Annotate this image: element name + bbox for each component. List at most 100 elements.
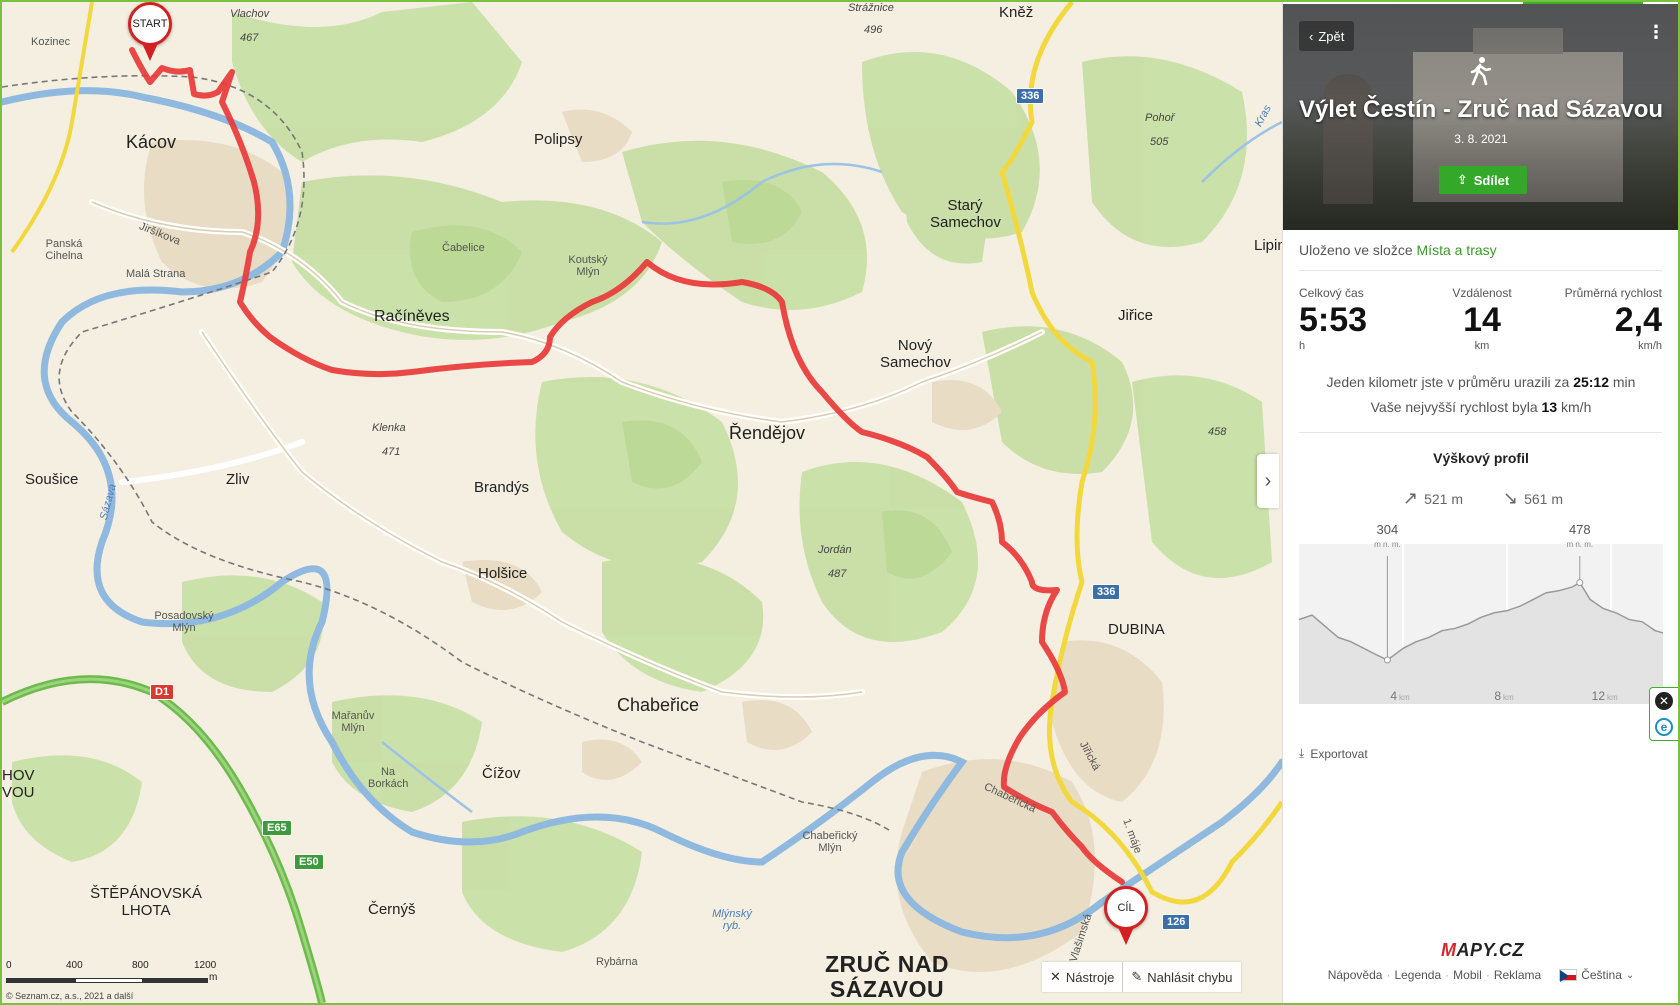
peak-label: Klenka [372, 422, 406, 434]
place-label: Brandýs [474, 479, 530, 496]
place-label: DUBINA [1108, 621, 1165, 638]
walking-person-icon [1470, 57, 1492, 86]
stat-total-time: Celkový čas 5:53 h [1299, 286, 1367, 352]
start-pin[interactable]: START [128, 2, 172, 61]
place-label: Černýš [368, 901, 416, 918]
peak-altitude: 496 [864, 24, 883, 36]
divider [1299, 270, 1662, 271]
peak-altitude: 467 [240, 32, 259, 44]
footer-ads-link[interactable]: Reklama [1494, 968, 1541, 982]
place-label: Chabeřice [617, 695, 700, 715]
place-label: Kácov [126, 132, 177, 152]
annotation-label: 304 [1377, 522, 1399, 537]
place-label: Kozinec [31, 36, 71, 48]
end-pin[interactable]: CÍL [1104, 886, 1148, 945]
pencil-icon: ✎ [1131, 969, 1143, 984]
peak-label: Strážnice [848, 2, 894, 14]
place-label: Mařanův Mlýn [331, 710, 375, 735]
peak-label: Pohoř [1145, 112, 1175, 124]
scale-tick: 0 [6, 960, 12, 971]
elevation-profile-chart[interactable]: 304m n. m.478m n. m.4 km 8 km 12 km [1299, 514, 1663, 724]
place-label: Na Borkách [368, 766, 409, 791]
peak-altitude: 471 [382, 446, 401, 458]
place-label: Panská Cihelna [45, 238, 83, 263]
place-label: Posadovský Mlýn [154, 610, 214, 635]
mapy-cz-logo[interactable]: MAPY.CZ [1441, 940, 1524, 961]
route-date: 3. 8. 2021 [1454, 132, 1508, 146]
stat-unit: km [1474, 340, 1490, 352]
footer-separator: · [1445, 968, 1450, 982]
road-number-badge: 336 [1092, 584, 1121, 600]
language-selector[interactable]: Čeština [1581, 968, 1622, 982]
divider [1299, 432, 1662, 433]
download-icon: ⤓ [1299, 746, 1305, 760]
route-title: Výlet Čestín - Zruč nad Sázavou [1298, 96, 1664, 123]
route-detail-panel: ‹ Zpět ⋮ Výlet Čestín - Zruč nad Sázavou… [1282, 2, 1678, 1003]
side-tabs: ✕ e [1649, 687, 1678, 741]
place-label: Čabelice [442, 242, 485, 254]
stat-label: Vzdálenost [1452, 286, 1512, 300]
close-circle-icon[interactable]: ✕ [1655, 692, 1673, 710]
route-hero-image: ‹ Zpět ⋮ Výlet Čestín - Zruč nad Sázavou… [1283, 4, 1678, 230]
more-options-icon[interactable]: ⋮ [1647, 22, 1665, 43]
pace-info: Jeden kilometr jste v průměru urazili za… [1283, 374, 1678, 390]
logo-rest: APY.CZ [1456, 940, 1524, 960]
annotation-point [1383, 656, 1391, 664]
peak-altitude: 505 [1150, 136, 1169, 148]
motorway-badge: D1 [150, 684, 175, 700]
place-label: Jiřice [1118, 307, 1154, 324]
place-label: Zliv [226, 471, 250, 488]
scale-tick: 400 [66, 960, 83, 971]
saved-folder-info: Uloženo ve složce Místa a trasy [1299, 242, 1497, 258]
peak-label: Jordán [818, 544, 852, 556]
export-button[interactable]: ⤓ Exportovat [1299, 746, 1368, 761]
elevation-profile-title: Výškový profil [1433, 450, 1529, 466]
stat-label: Průměrná rychlost [1564, 286, 1662, 300]
czech-flag-icon [1559, 969, 1578, 982]
road-number-badge: 336 [1016, 88, 1045, 104]
chevron-left-icon: ‹ [1309, 28, 1314, 44]
x-tick-unit: km [1399, 693, 1410, 702]
footer-mobile-link[interactable]: Mobil [1453, 968, 1482, 982]
end-pin-label: CÍL [1117, 902, 1135, 914]
map-canvas[interactable]: Kozinec Vlachov 467 Strážnice 496 Kněž K… [2, 2, 1282, 1003]
ascent-value: 521 m [1424, 490, 1464, 507]
annotation-label: 478 [1569, 522, 1591, 537]
place-label: Malá Strana [126, 268, 186, 280]
x-tick-unit: km [1607, 693, 1618, 702]
scale-bar-segment [6, 978, 76, 983]
arrow-down-right-icon: ↘ [1503, 488, 1519, 508]
tools-button[interactable]: ✕ Nástroje [1042, 962, 1122, 992]
footer-legend-link[interactable]: Legenda [1394, 968, 1441, 982]
stat-average-speed: Průměrná rychlost 2,4 km/h [1565, 286, 1662, 352]
chevron-right-icon[interactable]: › [1257, 454, 1279, 508]
footer-separator: · [1386, 968, 1391, 982]
ascent-info: ↗ 521 m [1403, 488, 1463, 509]
max-speed-prefix: Vaše nejvyšší rychlost byla [1370, 399, 1538, 415]
place-label: Nový Samechov [880, 337, 951, 371]
share-button[interactable]: ⇪ Sdílet [1439, 166, 1527, 194]
footer-help-link[interactable]: Nápověda [1328, 968, 1383, 982]
x-tick-label: 12 [1592, 689, 1606, 703]
place-label: Račíněves [374, 308, 450, 325]
e-circle-icon[interactable]: e [1655, 718, 1673, 736]
report-error-button[interactable]: ✎ Nahlásit chybu [1122, 962, 1240, 992]
place-label: Soušice [25, 471, 79, 488]
pace-prefix: Jeden kilometr jste v průměru urazili za [1326, 374, 1570, 390]
back-button[interactable]: ‹ Zpět [1299, 21, 1355, 51]
scale-tick: 1200 [194, 960, 217, 971]
pond-label: Mlýnský ryb. [712, 908, 752, 933]
saved-folder-link[interactable]: Místa a trasy [1417, 242, 1497, 258]
descent-value: 561 m [1524, 490, 1564, 507]
report-error-label: Nahlásit chybu [1147, 969, 1233, 985]
map-copyright[interactable]: © Seznam.cz, a.s., 2021 a další [6, 991, 133, 1001]
tools-label: Nástroje [1065, 969, 1115, 985]
scale-bar-segment [142, 978, 208, 983]
share-icon: ⇪ [1456, 172, 1468, 187]
place-label: ŠTĚPÁNOVSKÁ LHOTA [90, 885, 202, 919]
max-speed-suffix: km/h [1561, 399, 1592, 415]
peak-altitude: 458 [1208, 426, 1227, 438]
place-label: HOV VOU [2, 767, 35, 801]
place-label: Holšice [478, 565, 528, 582]
x-tick-unit: km [1503, 693, 1514, 702]
